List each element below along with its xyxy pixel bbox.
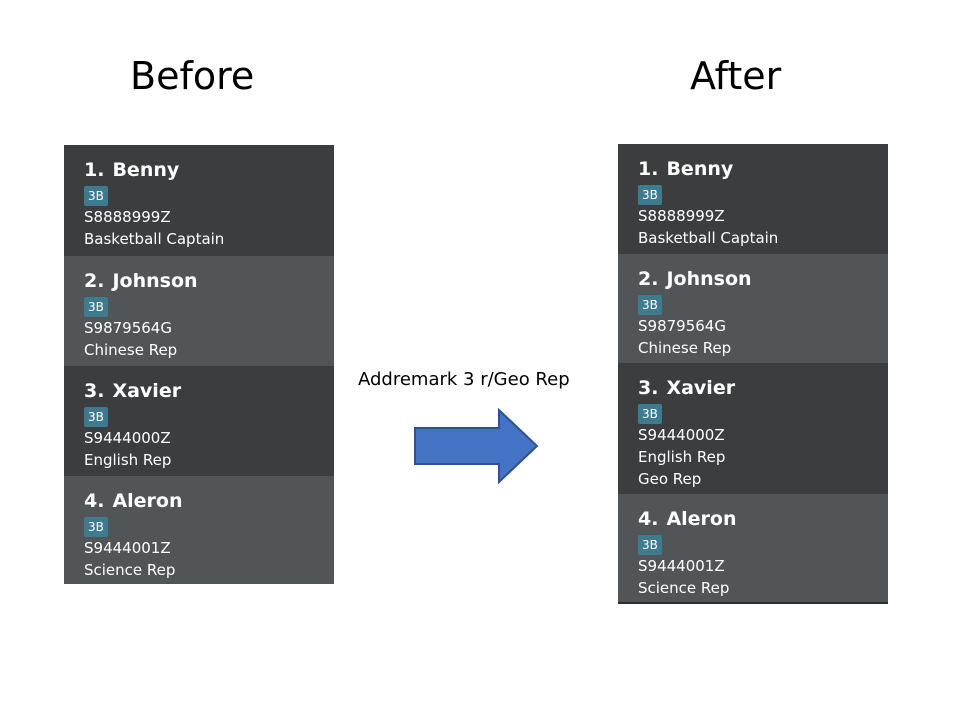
person-remark: Chinese Rep [84,341,178,359]
person-index: 3. [84,380,105,402]
person-card[interactable]: 4. Aleron 3B S9444001Z Science Rep [64,476,334,584]
person-name: Aleron [112,490,183,512]
person-card[interactable]: 3. Xavier 3B S9444000Z English Rep Geo Rep [618,363,888,494]
class-tag: 3B [638,404,662,424]
person-remark: Geo Rep [638,470,702,488]
before-heading: Before [130,54,255,98]
person-name: Xavier [112,380,182,402]
person-remark: Basketball Captain [638,229,779,247]
person-name: Benny [112,159,180,181]
person-card[interactable]: 3. Xavier 3B S9444000Z English Rep [64,366,334,476]
person-remark: English Rep [84,451,172,469]
person-card[interactable]: 2. Johnson 3B S9879564G Chinese Rep [618,254,888,363]
person-title: 4. Aleron [638,506,868,532]
person-remark: English Rep [638,448,726,466]
person-id: S9444001Z [638,557,725,575]
class-tag: 3B [84,517,108,537]
right-arrow-icon [414,408,539,485]
class-tag: 3B [84,407,108,427]
class-tag: 3B [638,295,662,315]
command-text: Addremark 3 r/Geo Rep [358,369,570,390]
person-name: Xavier [666,377,736,399]
person-id: S8888999Z [84,208,171,226]
person-id: S9879564G [638,317,726,335]
person-card[interactable]: 2. Johnson 3B S9879564G Chinese Rep [64,256,334,366]
person-title: 1. Benny [638,156,868,182]
person-card[interactable]: 1. Benny 3B S8888999Z Basketball Captain [618,144,888,254]
person-index: 2. [638,268,659,290]
person-title: 3. Xavier [638,375,868,401]
person-title: 2. Johnson [84,268,314,294]
after-heading: After [690,54,782,98]
person-index: 2. [84,270,105,292]
person-name: Johnson [112,270,198,292]
person-id: S9879564G [84,319,172,337]
person-remark: Basketball Captain [84,230,225,248]
person-index: 1. [638,158,659,180]
class-tag: 3B [84,186,108,206]
person-name: Benny [666,158,734,180]
person-id: S9444000Z [638,426,725,444]
person-title: 4. Aleron [84,488,314,514]
person-index: 4. [84,490,105,512]
person-index: 3. [638,377,659,399]
person-card[interactable]: 1. Benny 3B S8888999Z Basketball Captain [64,145,334,256]
person-index: 1. [84,159,105,181]
person-title: 1. Benny [84,157,314,183]
person-remark: Chinese Rep [638,339,732,357]
person-remark: Science Rep [638,579,730,597]
person-list-before: 1. Benny 3B S8888999Z Basketball Captain 2. Jo… [64,145,334,584]
person-remark: Science Rep [84,561,176,579]
person-list-after: 1. Benny 3B S8888999Z Basketball Captain 2. Jo… [618,144,888,604]
person-title: 2. Johnson [638,266,868,292]
class-tag: 3B [84,297,108,317]
person-id: S9444001Z [84,539,171,557]
person-card[interactable]: 4. Aleron 3B S9444001Z Science Rep [618,494,888,602]
person-id: S9444000Z [84,429,171,447]
class-tag: 3B [638,185,662,205]
person-index: 4. [638,508,659,530]
person-name: Johnson [666,268,752,290]
person-id: S8888999Z [638,207,725,225]
class-tag: 3B [638,535,662,555]
person-name: Aleron [666,508,737,530]
comparison-slide: Before After 1. Benny 3B S8888999Z Basketbal… [0,0,960,720]
person-title: 3. Xavier [84,378,314,404]
